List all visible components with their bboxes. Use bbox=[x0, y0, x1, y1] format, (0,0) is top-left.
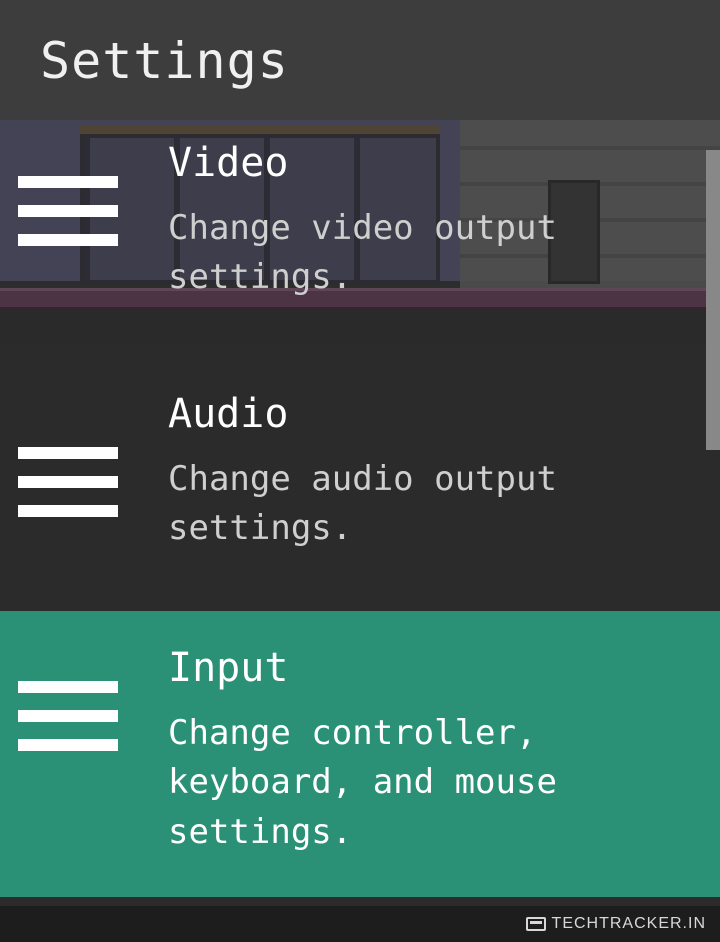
menu-item-audio[interactable]: Audio Change audio output settings. bbox=[0, 343, 720, 612]
menu-item-title: Audio bbox=[168, 391, 690, 437]
menu-item-desc: Change controller, keyboard, and mouse s… bbox=[168, 709, 690, 857]
page-title: Settings bbox=[40, 32, 680, 90]
settings-menu: Video Change video output settings. Audi… bbox=[0, 120, 720, 897]
menu-item-text: Input Change controller, keyboard, and m… bbox=[168, 645, 690, 857]
settings-header: Settings bbox=[0, 0, 720, 120]
menu-item-title: Input bbox=[168, 645, 690, 691]
menu-icon bbox=[18, 447, 118, 517]
menu-item-desc: Change audio output settings. bbox=[168, 455, 690, 554]
menu-icon bbox=[18, 681, 118, 751]
watermark-text: TECHTRACKER.IN bbox=[552, 915, 706, 933]
scrollbar[interactable] bbox=[706, 150, 720, 450]
watermark-icon bbox=[526, 917, 546, 931]
menu-item-desc: Change video output settings. bbox=[168, 204, 690, 303]
menu-item-text: Video Change video output settings. bbox=[168, 140, 690, 303]
menu-icon bbox=[18, 176, 118, 246]
menu-item-input[interactable]: Input Change controller, keyboard, and m… bbox=[0, 611, 720, 897]
menu-item-text: Audio Change audio output settings. bbox=[168, 391, 690, 554]
menu-item-title: Video bbox=[168, 140, 690, 186]
menu-item-video[interactable]: Video Change video output settings. bbox=[0, 120, 720, 343]
footer-bar: TECHTRACKER.IN bbox=[0, 906, 720, 942]
